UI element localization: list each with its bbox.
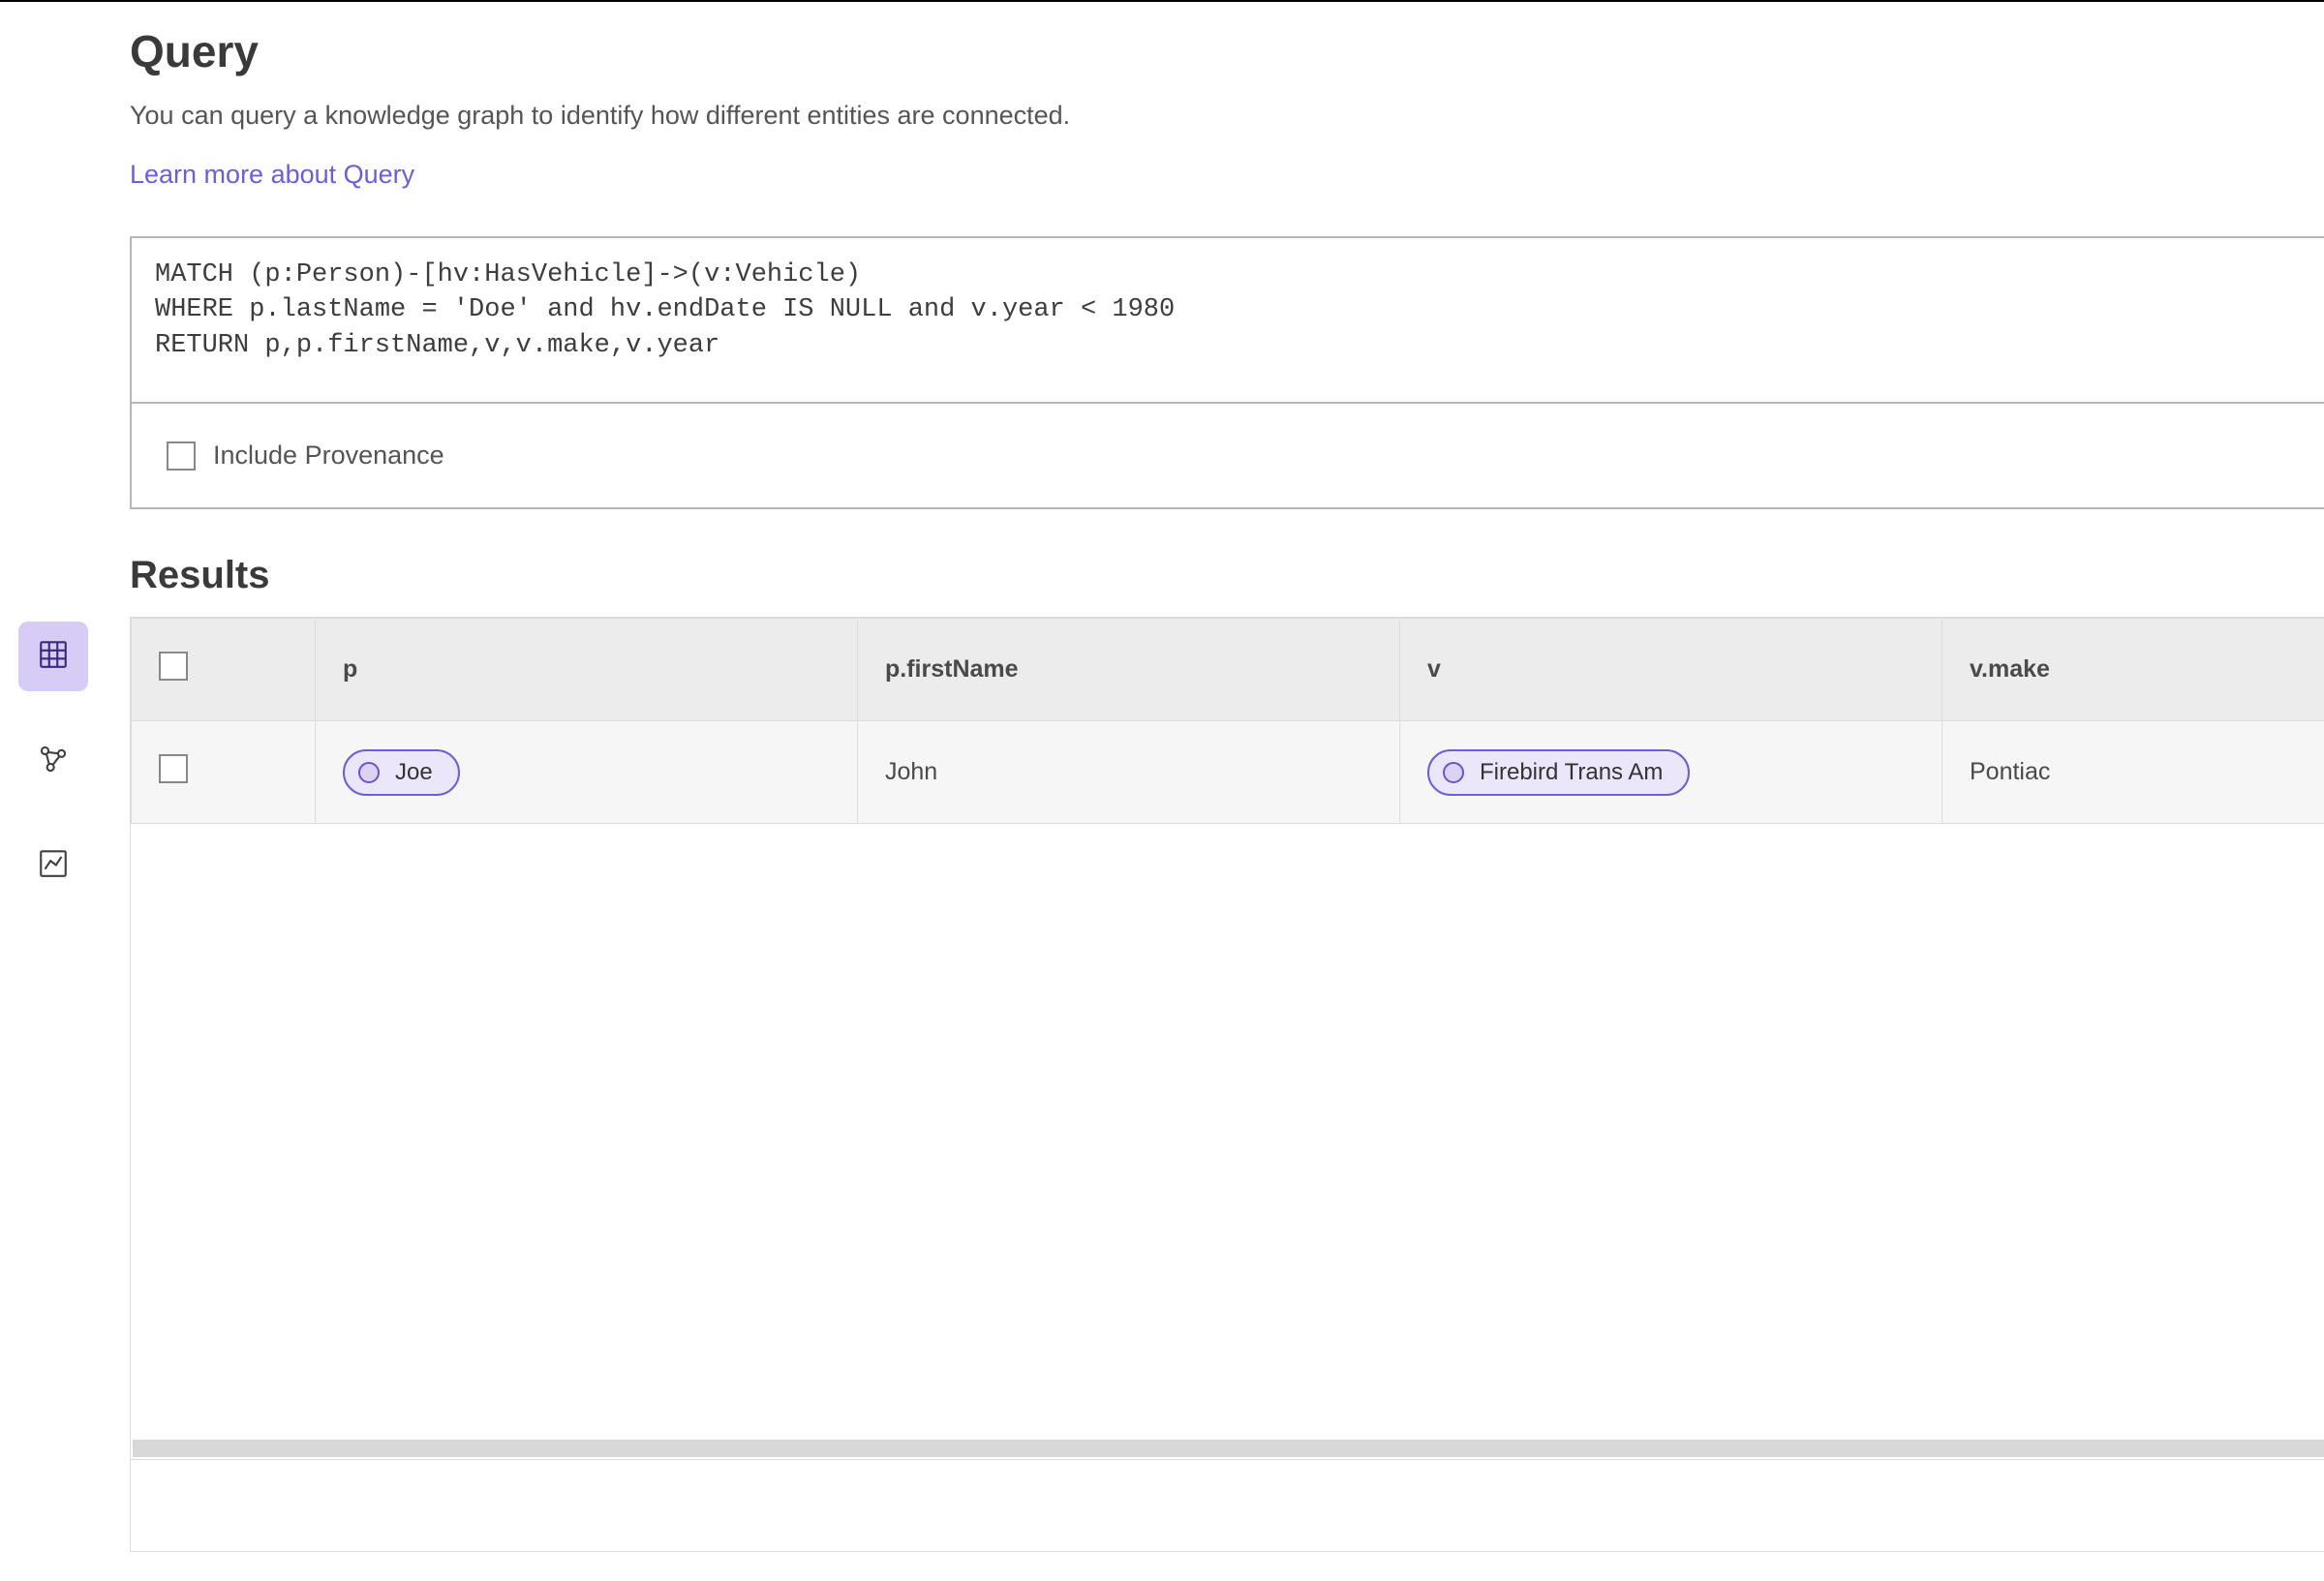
intro-text-block: You can query a knowledge graph to ident… [130,101,1070,225]
cell-p: Joe [316,721,858,824]
chart-icon [37,847,70,885]
entity-chip-v[interactable]: Firebird Trans Am [1427,749,1690,796]
select-all-header[interactable] [132,619,316,721]
results-container: p p.firstName v v.make [130,617,2324,1552]
sidebar-item-graph-view[interactable] [18,726,88,796]
sidebar-item-table-view[interactable] [18,622,88,691]
intro-row: You can query a knowledge graph to ident… [130,101,2324,225]
entity-chip-label: Joe [395,759,433,786]
checkbox-box-icon [167,441,196,471]
learn-more-link[interactable]: Learn more about Query [130,160,414,190]
column-header[interactable]: v.make [1942,619,2324,721]
table-header-row: p p.firstName v v.make [132,619,2324,721]
entity-dot-icon [358,762,380,783]
query-editor[interactable] [132,238,2324,397]
graph-icon [37,743,70,780]
query-panel: Include Provenance Clear Run [130,236,2324,509]
table-footer: 1-1 of 1 ❮ ❯ [131,1459,2324,1551]
query-toolbar: Include Provenance Clear Run [132,402,2324,507]
horizontal-scrollbar[interactable] [133,1440,2324,1457]
results-table-scroll[interactable]: p p.firstName v v.make [131,618,2324,1440]
main-content: Query You can query a knowledge graph to… [107,2,2324,1581]
include-provenance-label: Include Provenance [213,441,444,471]
cell-p-firstname: John [858,721,1400,824]
results-table: p p.firstName v v.make [131,618,2324,824]
page-subtitle: You can query a knowledge graph to ident… [130,101,1070,131]
page-title: Query [130,25,2324,77]
cell-v: Firebird Trans Am [1400,721,1942,824]
checkbox-box-icon [159,652,188,681]
entity-chip-p[interactable]: Joe [343,749,460,796]
sidebar-item-chart-view[interactable] [18,831,88,900]
column-header[interactable]: p.firstName [858,619,1400,721]
entity-chip-label: Firebird Trans Am [1480,759,1663,786]
cell-v-make: Pontiac [1942,721,2324,824]
table-row[interactable]: Joe John Firebird Trans Am Pontiac [132,721,2324,824]
column-header[interactable]: p [316,619,858,721]
results-view-sidebar [0,2,107,1581]
page: Query You can query a knowledge graph to… [0,2,2324,1581]
table-icon [37,638,70,676]
row-select-cell[interactable] [132,721,316,824]
column-header[interactable]: v [1400,619,1942,721]
results-title: Results [130,554,2324,597]
include-provenance-checkbox[interactable]: Include Provenance [167,441,444,471]
entity-dot-icon [1443,762,1464,783]
checkbox-box-icon [159,754,188,783]
